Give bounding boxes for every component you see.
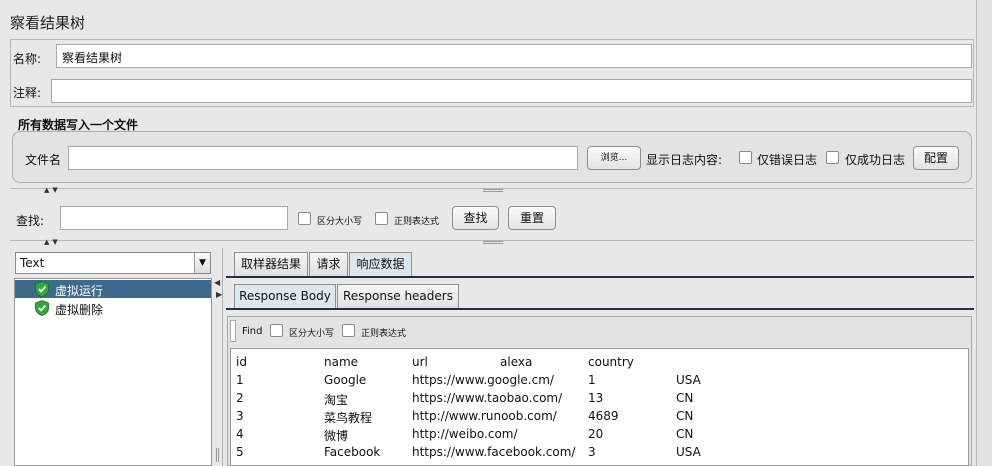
table-cell: CN [676, 409, 694, 423]
errors-only-label: 仅错误日志 [757, 153, 818, 167]
tab-request[interactable]: 请求 [309, 252, 348, 276]
table-cell: CN [676, 427, 694, 441]
column-header: url [412, 355, 428, 369]
filename-input[interactable] [68, 146, 578, 170]
response-find-label: Find [242, 326, 263, 337]
dropdown-arrow-icon[interactable]: ▼ [194, 253, 210, 273]
table-cell: 微博 [324, 429, 349, 443]
collapse-arrows-icon[interactable]: ▲▼ [44, 186, 61, 194]
success-shield-icon [35, 281, 49, 297]
tab-response-headers[interactable]: Response headers [337, 284, 459, 308]
name-label: 名称: [13, 52, 42, 66]
response-regex-checkbox[interactable] [342, 324, 355, 337]
log-content-label: 显示日志内容: [646, 153, 723, 167]
window-right-edge [976, 0, 992, 466]
table-cell: 3 [236, 409, 244, 423]
table-cell: https://www.taobao.com/ [412, 391, 563, 405]
split-grip-icon[interactable] [483, 241, 503, 244]
tab-response-data[interactable]: 响应数据 [349, 252, 412, 276]
search-case-label: 区分大小写 [317, 217, 363, 227]
table-cell: CN [676, 391, 694, 405]
table-cell: USA [676, 445, 701, 459]
table-cell: Facebook [324, 445, 381, 459]
errors-only-checkbox[interactable] [739, 151, 752, 164]
renderer-selected: Text [20, 256, 45, 270]
column-header: country [588, 355, 634, 369]
tab-response-body[interactable]: Response Body [234, 284, 336, 308]
search-input[interactable] [60, 206, 288, 230]
table-cell: 4689 [588, 409, 619, 423]
column-header: alexa [500, 355, 533, 369]
table-cell: 菜鸟教程 [324, 411, 373, 425]
table-cell: http://weibo.com/ [412, 427, 518, 441]
comment-label: 注释: [13, 86, 42, 100]
success-shield-icon [35, 300, 49, 316]
table-cell: 1 [236, 373, 244, 387]
table-cell: USA [676, 373, 701, 387]
table-cell: 1 [588, 373, 596, 387]
configure-button[interactable]: 配置 [913, 146, 959, 170]
tree-item-label: 虚拟运行 [55, 284, 104, 298]
search-label: 查找: [16, 214, 45, 228]
renderer-select[interactable]: Text ▼ [15, 252, 211, 274]
tab-sampler-result[interactable]: 取样器结果 [234, 252, 308, 276]
response-body[interactable]: id name url alexa country 1 Google https… [230, 348, 969, 466]
table-cell: 5 [236, 445, 244, 459]
search-regex-label: 正则表达式 [394, 217, 440, 227]
filename-label: 文件名 [25, 153, 62, 167]
tab-underline [226, 276, 974, 278]
split-grip-icon[interactable] [483, 189, 503, 192]
success-only-checkbox[interactable] [826, 151, 839, 164]
response-regex-label: 正则表达式 [361, 329, 407, 339]
tree-item[interactable]: 虚拟运行 [15, 280, 211, 298]
response-case-checkbox[interactable] [270, 324, 283, 337]
table-cell: https://www.google.cm/ [412, 373, 554, 387]
search-case-checkbox[interactable] [298, 212, 311, 225]
splitter-grip-icon[interactable] [216, 448, 219, 462]
column-header: id [236, 355, 247, 369]
table-cell: http://www.runoob.com/ [412, 409, 557, 423]
response-case-label: 区分大小写 [289, 329, 335, 339]
browse-button[interactable]: 浏览... [587, 146, 641, 170]
find-button[interactable]: 查找 [452, 206, 499, 230]
table-cell: Google [324, 373, 367, 387]
search-regex-checkbox[interactable] [375, 212, 388, 225]
table-cell: 2 [236, 391, 244, 405]
table-cell: https://www.facebook.com/ [412, 445, 576, 459]
table-cell: 13 [588, 391, 604, 405]
sampler-tree: 虚拟运行 虚拟删除 [14, 278, 212, 466]
collapse-arrows-icon[interactable]: ▲▼ [44, 238, 61, 246]
name-input[interactable]: 察看结果树 [56, 44, 972, 68]
comment-input[interactable] [51, 79, 972, 103]
table-cell: 淘宝 [324, 393, 349, 407]
subtab-underline [226, 308, 974, 310]
table-cell: 3 [588, 445, 596, 459]
pane-border [222, 248, 223, 466]
collapse-left-icon[interactable]: ◀ [214, 278, 220, 287]
success-only-label: 仅成功日志 [845, 153, 906, 167]
column-header: name [324, 355, 359, 369]
reset-button[interactable]: 重置 [508, 206, 556, 230]
table-cell: 4 [236, 427, 244, 441]
page-title: 察看结果树 [10, 14, 86, 32]
table-cell: 20 [588, 427, 604, 441]
response-find-input[interactable] [230, 320, 236, 342]
tree-item[interactable]: 虚拟删除 [15, 299, 211, 317]
tree-item-label: 虚拟删除 [55, 303, 104, 317]
